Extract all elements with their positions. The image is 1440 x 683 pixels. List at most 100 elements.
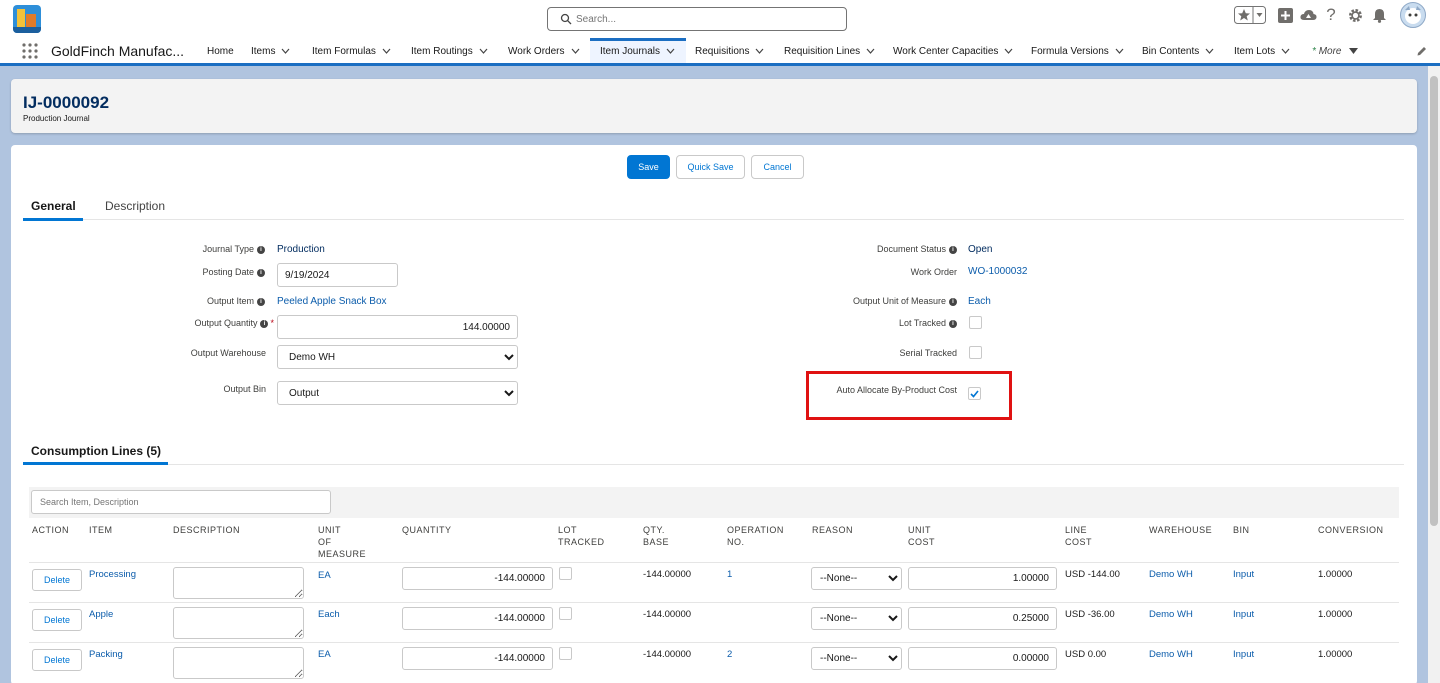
global-actions-button[interactable] xyxy=(1277,0,1293,30)
item-link[interactable]: Processing xyxy=(89,569,136,580)
chevron-down-icon[interactable] xyxy=(382,48,391,55)
col-header-unit-cost: UNIT COST xyxy=(908,525,936,547)
info-icon[interactable]: i xyxy=(257,245,265,254)
info-icon[interactable]: i xyxy=(949,319,957,328)
uom-link[interactable]: Each xyxy=(318,609,340,620)
uom-link[interactable]: EA xyxy=(318,649,331,660)
work-order-link[interactable]: WO-1000032 xyxy=(968,266,1027,277)
setup-button[interactable] xyxy=(1347,0,1363,30)
chevron-down-icon[interactable] xyxy=(571,48,580,55)
search-input[interactable] xyxy=(576,11,836,27)
operation-link[interactable]: 2 xyxy=(727,649,732,660)
col-header-reason: REASON xyxy=(812,525,854,535)
unit-cost-field[interactable] xyxy=(908,647,1057,670)
notifications-button[interactable] xyxy=(1371,0,1387,30)
quantity-field[interactable] xyxy=(402,567,553,590)
uom-link[interactable]: EA xyxy=(318,570,331,581)
item-link[interactable]: Apple xyxy=(89,609,113,620)
output-uom-link[interactable]: Each xyxy=(968,296,991,307)
favorites-button[interactable] xyxy=(1234,0,1266,30)
operation-link[interactable]: 1 xyxy=(727,569,732,580)
chevron-down-icon[interactable] xyxy=(866,48,875,55)
warehouse-link[interactable]: Demo WH xyxy=(1149,569,1193,580)
nav-item-work-center-capacities[interactable]: Work Center Capacities xyxy=(893,38,1013,63)
nav-item-item-lots[interactable]: Item Lots xyxy=(1234,38,1290,63)
app-name: GoldFinch Manufac... xyxy=(51,43,185,59)
reason-select[interactable]: --None-- xyxy=(811,607,902,630)
output-bin-select[interactable]: Output xyxy=(277,381,518,405)
chevron-down-icon[interactable] xyxy=(1115,48,1124,55)
nav-item-requisition-lines[interactable]: Requisition Lines xyxy=(784,38,875,63)
nav-item-requisitions[interactable]: Requisitions xyxy=(695,38,764,63)
bin-link[interactable]: Input xyxy=(1233,569,1254,580)
tab-general[interactable]: General xyxy=(31,199,76,213)
quick-save-button[interactable]: Quick Save xyxy=(676,155,745,179)
warehouse-link[interactable]: Demo WH xyxy=(1149,649,1193,660)
description-textarea[interactable] xyxy=(173,607,304,639)
delete-button[interactable]: Delete xyxy=(32,569,82,591)
quantity-field[interactable] xyxy=(402,647,553,670)
user-avatar[interactable] xyxy=(1400,0,1426,30)
global-search[interactable] xyxy=(547,7,847,31)
info-icon[interactable]: i xyxy=(257,297,265,306)
app-launcher-icon[interactable] xyxy=(22,43,38,59)
nav-more-menu[interactable]: * More xyxy=(1312,38,1359,63)
chevron-down-icon[interactable] xyxy=(1004,48,1013,55)
item-link[interactable]: Packing xyxy=(89,649,123,660)
nav-item-item-routings[interactable]: Item Routings xyxy=(411,38,488,63)
warehouse-link[interactable]: Demo WH xyxy=(1149,609,1193,620)
app-logo[interactable] xyxy=(13,5,41,33)
output-item-link[interactable]: Peeled Apple Snack Box xyxy=(277,296,387,307)
nav-item-home[interactable]: Home xyxy=(207,38,234,63)
cancel-button[interactable]: Cancel xyxy=(751,155,804,179)
nav-item-item-journals[interactable]: Item Journals xyxy=(590,38,686,63)
scrollbar-thumb[interactable] xyxy=(1430,76,1438,526)
delete-button[interactable]: Delete xyxy=(32,609,82,631)
lot-tracked-checkbox[interactable] xyxy=(559,567,572,580)
nav-item-formula-versions[interactable]: Formula Versions xyxy=(1031,38,1124,63)
info-icon[interactable]: i xyxy=(949,245,957,254)
delete-button[interactable]: Delete xyxy=(32,649,82,671)
edit-nav-icon[interactable] xyxy=(1416,45,1428,57)
posting-date-field[interactable] xyxy=(277,263,398,287)
lot-tracked-checkbox[interactable] xyxy=(559,607,572,620)
nav-item-work-orders[interactable]: Work Orders xyxy=(508,38,580,63)
chevron-down-icon[interactable] xyxy=(479,48,488,55)
info-icon[interactable]: i xyxy=(260,319,269,328)
nav-item-item-formulas[interactable]: Item Formulas xyxy=(312,38,391,63)
info-icon[interactable]: i xyxy=(257,268,265,277)
help-icon[interactable]: ? xyxy=(1324,0,1338,30)
reason-select[interactable]: --None-- xyxy=(811,567,902,590)
journal-type-value: Production xyxy=(277,244,325,255)
bin-link[interactable]: Input xyxy=(1233,649,1254,660)
serial-tracked-checkbox[interactable] xyxy=(969,346,982,359)
nav-item-bin-contents[interactable]: Bin Contents xyxy=(1142,38,1214,63)
consumption-lines-title[interactable]: Consumption Lines (5) xyxy=(31,444,161,458)
bin-link[interactable]: Input xyxy=(1233,609,1254,620)
output-warehouse-select[interactable]: Demo WH xyxy=(277,345,518,369)
tab-description[interactable]: Description xyxy=(105,199,165,213)
description-textarea[interactable] xyxy=(173,567,304,599)
record-header: IJ-0000092 Production Journal xyxy=(11,79,1417,133)
lot-tracked-checkbox[interactable] xyxy=(559,647,572,660)
quantity-field[interactable] xyxy=(402,607,553,630)
chevron-down-icon[interactable] xyxy=(281,48,290,55)
nav-item-items[interactable]: Items xyxy=(251,38,290,63)
unit-cost-field[interactable] xyxy=(908,607,1057,630)
description-textarea[interactable] xyxy=(173,647,304,679)
plus-icon xyxy=(1277,7,1293,23)
reason-select[interactable]: --None-- xyxy=(811,647,902,670)
unit-cost-field[interactable] xyxy=(908,567,1057,590)
chevron-down-icon[interactable] xyxy=(1281,48,1290,55)
page-scrollbar[interactable] xyxy=(1428,66,1440,683)
col-header-qty-base: QTY. BASE xyxy=(643,525,670,547)
chevron-down-icon[interactable] xyxy=(666,48,675,55)
save-button[interactable]: Save xyxy=(627,155,670,179)
lot-tracked-checkbox[interactable] xyxy=(969,316,982,329)
chevron-down-icon[interactable] xyxy=(1205,48,1214,55)
trailhead-button[interactable] xyxy=(1299,0,1317,30)
output-quantity-field[interactable] xyxy=(277,315,518,339)
chevron-down-icon[interactable] xyxy=(755,48,764,55)
consumption-search-input[interactable] xyxy=(31,490,331,514)
info-icon[interactable]: i xyxy=(949,297,957,306)
